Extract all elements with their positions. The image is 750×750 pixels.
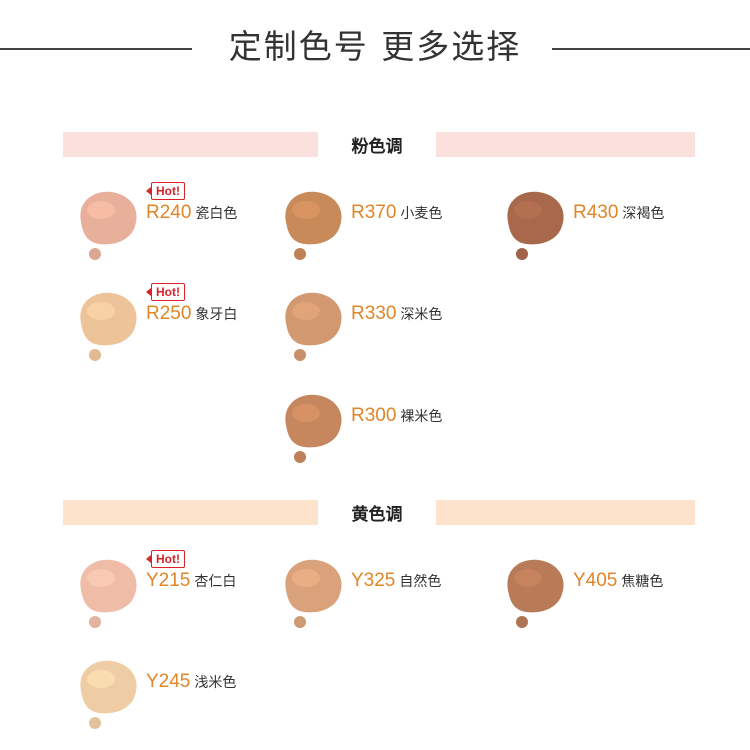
header-line-right	[552, 48, 750, 50]
foundation-drop-icon	[80, 191, 137, 260]
foundation-blob	[285, 191, 342, 245]
foundation-drop-icon	[285, 559, 342, 628]
shade-label: Y405 焦糖色	[573, 570, 664, 591]
foundation-highlight	[292, 404, 320, 422]
section-title: 粉色调	[318, 132, 436, 162]
section-yellow-tone: 黄色调 Hot! Y215 杏仁白 Y325 自然色 Y405 焦糖色 Y245 浅米色	[63, 500, 695, 750]
shade-swatch-y325[interactable]: Y325 自然色	[276, 552, 486, 642]
page-title: 定制色号 更多选择	[228, 27, 522, 66]
foundation-highlight	[87, 302, 115, 320]
shade-label: Y215 杏仁白	[146, 570, 237, 591]
foundation-blob	[80, 292, 137, 346]
shade-label: R370 小麦色	[351, 202, 443, 223]
shade-swatch-y245[interactable]: Y245 浅米色	[71, 653, 281, 743]
foundation-dot	[89, 717, 101, 729]
foundation-drop-icon	[80, 559, 137, 628]
section-pink-tone: 粉色调 Hot! R240 瓷白色 R370 小麦色 R430 深褐色 Hot! R2…	[63, 132, 695, 482]
foundation-highlight	[292, 569, 320, 587]
shade-label: Y325 自然色	[351, 570, 442, 591]
foundation-blob	[285, 292, 342, 346]
foundation-blob	[285, 394, 342, 448]
foundation-highlight	[87, 569, 115, 587]
foundation-drop-icon	[80, 292, 137, 361]
foundation-highlight	[87, 670, 115, 688]
shade-swatch-r370[interactable]: R370 小麦色	[276, 184, 486, 274]
shade-swatch-r330[interactable]: R330 深米色	[276, 285, 486, 375]
shade-label: R330 深米色	[351, 303, 443, 324]
foundation-highlight	[292, 201, 320, 219]
shade-swatch-y405[interactable]: Y405 焦糖色	[498, 552, 708, 642]
foundation-dot	[294, 349, 306, 361]
foundation-drop-icon	[80, 660, 137, 729]
foundation-drop-icon	[285, 191, 342, 260]
shade-swatch-r300[interactable]: R300 裸米色	[276, 387, 486, 477]
shade-swatch-r240[interactable]: Hot! R240 瓷白色	[71, 182, 281, 274]
foundation-dot	[89, 349, 101, 361]
foundation-dot	[294, 248, 306, 260]
foundation-highlight	[514, 201, 542, 219]
foundation-blob	[80, 191, 137, 245]
shade-label: R250 象牙白	[146, 303, 238, 324]
hot-badge: Hot!	[146, 182, 185, 200]
shade-swatch-y215[interactable]: Hot! Y215 杏仁白	[71, 550, 281, 642]
foundation-drop-icon	[285, 394, 342, 463]
foundation-drop-icon	[285, 292, 342, 361]
foundation-drop-icon	[507, 559, 564, 628]
hot-badge: Hot!	[146, 550, 185, 568]
foundation-blob	[507, 191, 564, 245]
foundation-dot	[89, 616, 101, 628]
foundation-dot	[516, 248, 528, 260]
foundation-dot	[294, 451, 306, 463]
foundation-highlight	[292, 302, 320, 320]
foundation-highlight	[87, 201, 115, 219]
shade-swatch-r250[interactable]: Hot! R250 象牙白	[71, 283, 281, 375]
shade-label: R430 深褐色	[573, 202, 665, 223]
hot-badge: Hot!	[146, 283, 185, 301]
foundation-dot	[516, 616, 528, 628]
foundation-blob	[285, 559, 342, 613]
foundation-drop-icon	[507, 191, 564, 260]
foundation-blob	[80, 660, 137, 714]
foundation-dot	[89, 248, 101, 260]
foundation-blob	[80, 559, 137, 613]
foundation-dot	[294, 616, 306, 628]
foundation-highlight	[514, 569, 542, 587]
shade-swatch-r430[interactable]: R430 深褐色	[498, 184, 708, 274]
foundation-blob	[507, 559, 564, 613]
section-title: 黄色调	[318, 500, 436, 530]
shade-label: R300 裸米色	[351, 405, 443, 426]
shade-label: Y245 浅米色	[146, 671, 237, 692]
shade-label: R240 瓷白色	[146, 202, 238, 223]
